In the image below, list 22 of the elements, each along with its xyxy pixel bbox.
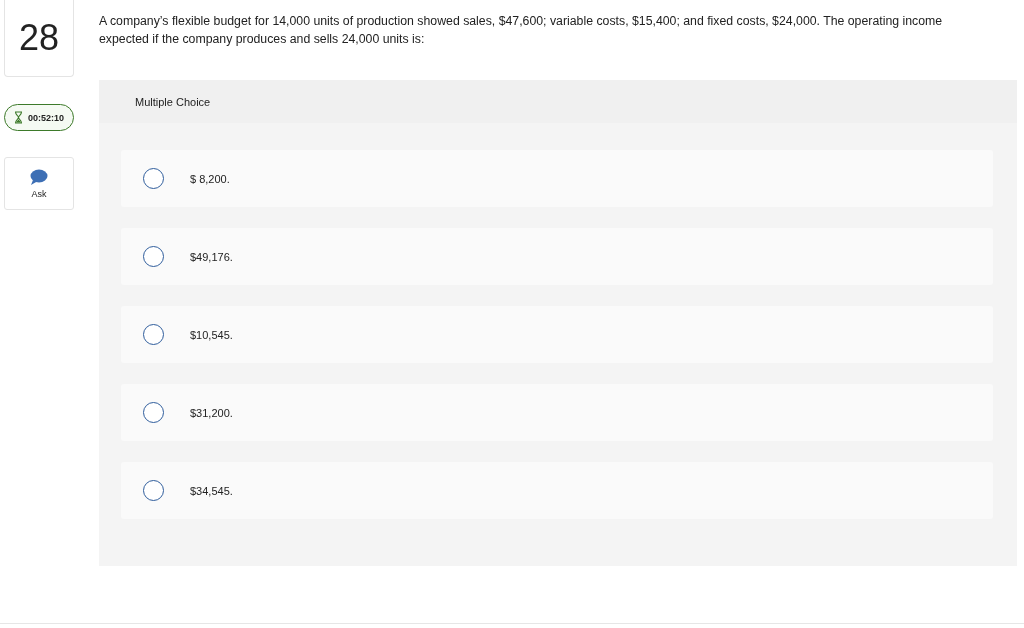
answer-option[interactable]: $49,176. <box>121 228 993 285</box>
option-label: $34,545. <box>190 484 233 497</box>
answer-option[interactable]: $31,200. <box>121 384 993 441</box>
chat-bubble-icon <box>30 168 48 186</box>
hourglass-icon <box>14 111 23 124</box>
radio-button[interactable] <box>143 480 164 501</box>
timer-text: 00:52:10 <box>28 112 64 123</box>
option-label: $ 8,200. <box>190 172 230 185</box>
radio-button[interactable] <box>143 246 164 267</box>
answer-option[interactable]: $10,545. <box>121 306 993 363</box>
option-label: $10,545. <box>190 328 233 341</box>
radio-button[interactable] <box>143 402 164 423</box>
answer-option[interactable]: $ 8,200. <box>121 150 993 207</box>
panel-heading: Multiple Choice <box>134 94 212 110</box>
question-number: 28 <box>4 0 74 77</box>
radio-button[interactable] <box>143 324 164 345</box>
radio-button[interactable] <box>143 168 164 189</box>
option-label: $49,176. <box>190 250 233 263</box>
option-label: $31,200. <box>190 406 233 419</box>
ask-button[interactable]: Ask <box>4 157 74 210</box>
question-text: A company’s flexible budget for 14,000 units of production showed sales, $47,600; variable costs, $15,400; and fixed costs, $24,000. The operating income expected if the company produces and sells 24,000 units is: <box>99 13 944 48</box>
answer-option[interactable]: $34,545. <box>121 462 993 519</box>
